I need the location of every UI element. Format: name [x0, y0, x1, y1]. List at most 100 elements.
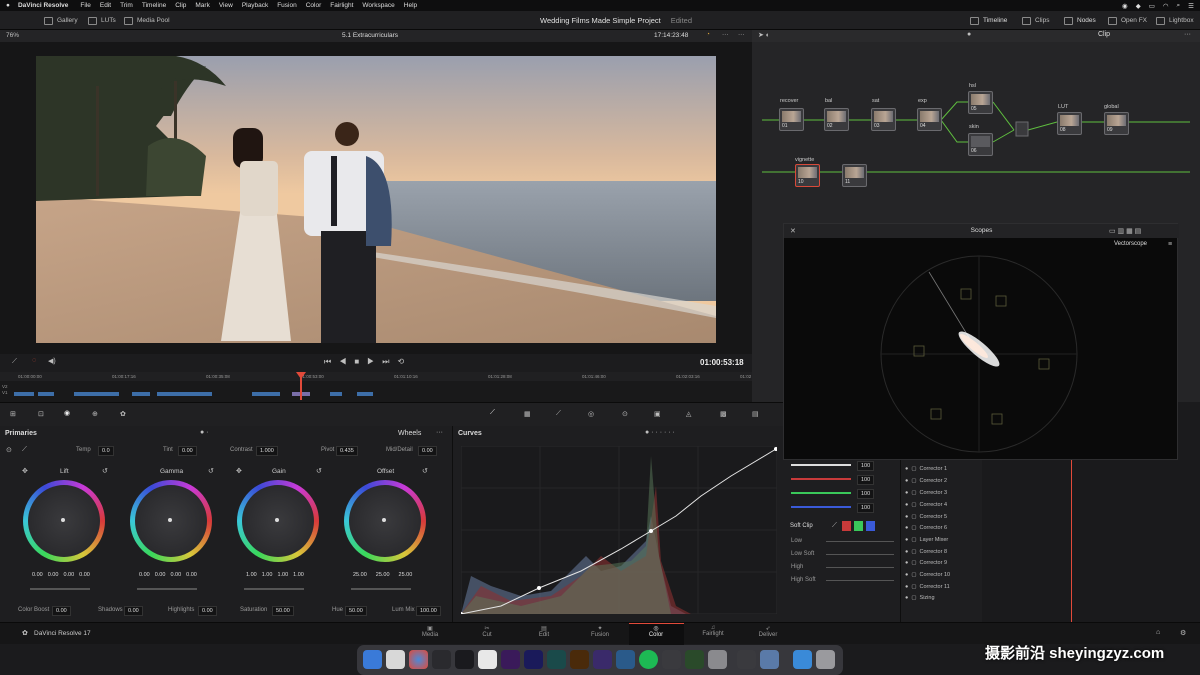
lock-icon[interactable]: ▢ [911, 478, 916, 484]
page-fairlight[interactable]: ♫ Fairlight [693, 625, 733, 637]
layer-row[interactable]: ● ▢ Sizing [905, 592, 981, 603]
gallery-button[interactable]: Gallery [44, 11, 78, 30]
gain-g[interactable]: 1.00 [277, 572, 288, 578]
offset-master-slider[interactable] [351, 588, 411, 590]
curve-channel-y[interactable]: 100 [857, 461, 875, 471]
qualifier-icon[interactable]: ⟋ [556, 410, 561, 418]
page-edit[interactable]: ▤ Edit [524, 625, 564, 638]
curve-channel-b-slider[interactable] [791, 506, 851, 508]
softclip-red-button[interactable] [842, 521, 851, 531]
audition-icon[interactable] [547, 650, 566, 669]
softclip-low-slider[interactable] [826, 541, 894, 542]
lightbox-button[interactable]: Lightbox [1156, 11, 1194, 30]
downloads-icon[interactable] [793, 650, 812, 669]
lock-icon[interactable]: ▢ [911, 595, 916, 601]
highlight-mode-icon[interactable]: ◌ [32, 357, 36, 364]
luts-button[interactable]: LUTs [88, 11, 116, 30]
lift-master-slider[interactable] [30, 588, 90, 590]
primaries-options-icon[interactable]: ··· [436, 429, 443, 436]
keyframe-playhead[interactable] [1071, 460, 1072, 622]
illustrator-icon[interactable] [570, 650, 589, 669]
softclip-high-slider[interactable] [826, 567, 894, 568]
tint-value[interactable]: 0.00 [178, 446, 197, 456]
layer-row[interactable]: ● ▢ Corrector 10 [905, 569, 981, 580]
eye-icon[interactable]: ● [905, 502, 908, 508]
eye-icon[interactable]: ● [905, 514, 908, 520]
layer-row[interactable]: ● ▢ Corrector 3 [905, 487, 981, 498]
gain-r[interactable]: 1.00 [262, 572, 273, 578]
layer-row[interactable]: ● ▢ Corrector 6 [905, 522, 981, 533]
offset-values[interactable]: 25.00 25.00 25.00 [353, 572, 412, 578]
menu-file[interactable]: File [80, 2, 90, 9]
gain-wheel[interactable] [237, 480, 319, 562]
eye-icon[interactable]: ● [905, 584, 908, 590]
softclip-green-button[interactable] [854, 521, 863, 531]
lift-reset-icon[interactable]: ↺ [102, 467, 108, 475]
final-cut-icon[interactable] [455, 650, 474, 669]
menu-fusion[interactable]: Fusion [277, 2, 297, 9]
node-bal[interactable]: 02 [824, 108, 849, 131]
gamma-wheel[interactable] [130, 480, 212, 562]
node-exp[interactable]: 04 [917, 108, 942, 131]
curve-channel-r[interactable]: 100 [857, 475, 875, 485]
offset-r[interactable]: 25.00 [353, 572, 367, 578]
menu-fairlight[interactable]: Fairlight [330, 2, 353, 9]
gain-move-icon[interactable]: ✥ [236, 467, 242, 475]
apple-icon[interactable]: ● [6, 2, 10, 9]
menu-view[interactable]: View [219, 2, 233, 9]
keyframe-area[interactable] [982, 460, 1200, 622]
gain-reset-icon[interactable]: ↺ [316, 467, 322, 475]
node-lut[interactable]: 08 [1057, 112, 1082, 135]
highlights-value[interactable]: 0.00 [198, 606, 217, 616]
lift-b[interactable]: 0.00 [79, 572, 90, 578]
shadows-value[interactable]: 0.00 [124, 606, 143, 616]
zoom-level[interactable]: 76% [6, 32, 19, 39]
curve-channel-b[interactable]: 100 [857, 503, 875, 513]
gain-y[interactable]: 1.00 [246, 572, 257, 578]
trash-icon[interactable] [816, 650, 835, 669]
temp-value[interactable]: 0.0 [98, 446, 114, 456]
menu-color[interactable]: Color [306, 2, 322, 9]
eye-icon[interactable]: ● [905, 549, 908, 555]
eye-icon[interactable]: ● [905, 572, 908, 578]
lift-g[interactable]: 0.00 [63, 572, 74, 578]
more-icon[interactable]: ··· [738, 31, 745, 38]
control-center-icon[interactable]: ☰ [1188, 2, 1194, 10]
eye-icon[interactable]: ● [905, 537, 908, 543]
curves-icon[interactable]: ⟋ [490, 409, 495, 417]
gamma-values[interactable]: 0.00 0.00 0.00 0.00 [139, 572, 197, 578]
curve-channel-r-slider[interactable] [791, 478, 851, 480]
node-vignette[interactable]: 10 [795, 164, 820, 187]
menu-timeline[interactable]: Timeline [142, 2, 166, 9]
scope-settings-icon[interactable]: ≡ [1168, 241, 1172, 248]
layer-row[interactable]: ● ▢ Corrector 2 [905, 475, 981, 486]
curve-channel-y-slider[interactable] [791, 464, 851, 466]
layer-row[interactable]: ● ▢ Layer Mixer [905, 534, 981, 545]
record-icon[interactable]: ◉ [1122, 2, 1128, 10]
softclip-blue-button[interactable] [866, 521, 875, 531]
eyedropper-icon[interactable]: ⟋ [12, 358, 17, 366]
gain-master-slider[interactable] [244, 588, 304, 590]
node-mode-selector[interactable]: Clip [1098, 31, 1110, 38]
eye-icon[interactable]: ● [905, 490, 908, 496]
scope-type-selector[interactable]: Vectorscope [1114, 241, 1147, 247]
eye-icon[interactable]: ● [905, 525, 908, 531]
wheels-mode-selector[interactable]: Wheels [398, 430, 421, 437]
dropbox-icon[interactable]: ◆ [1136, 2, 1141, 10]
node-11[interactable]: 11 [842, 164, 867, 187]
sizing-icon[interactable]: ▤ [752, 410, 759, 418]
media-pool-button[interactable]: Media Pool [124, 11, 170, 30]
node-hsl[interactable]: 05 [968, 91, 993, 114]
clips-button[interactable]: Clips [1022, 11, 1049, 30]
audio-icon[interactable]: ◀) [48, 357, 56, 365]
gamma-master-slider[interactable] [137, 588, 197, 590]
viewer-image[interactable] [36, 56, 716, 343]
camera-raw-icon[interactable]: ⊞ [10, 410, 16, 418]
close-icon[interactable]: ✕ [790, 227, 796, 235]
node-options-icon[interactable]: ··· [1184, 31, 1191, 38]
lock-icon[interactable]: ▢ [911, 560, 916, 566]
menu-playback[interactable]: Playback [242, 2, 268, 9]
tracker-icon[interactable]: ⊙ [622, 410, 628, 418]
playback-controls[interactable]: ⏮◀■▶⏭⟲ [324, 357, 412, 367]
colorboost-value[interactable]: 0.00 [52, 606, 71, 616]
